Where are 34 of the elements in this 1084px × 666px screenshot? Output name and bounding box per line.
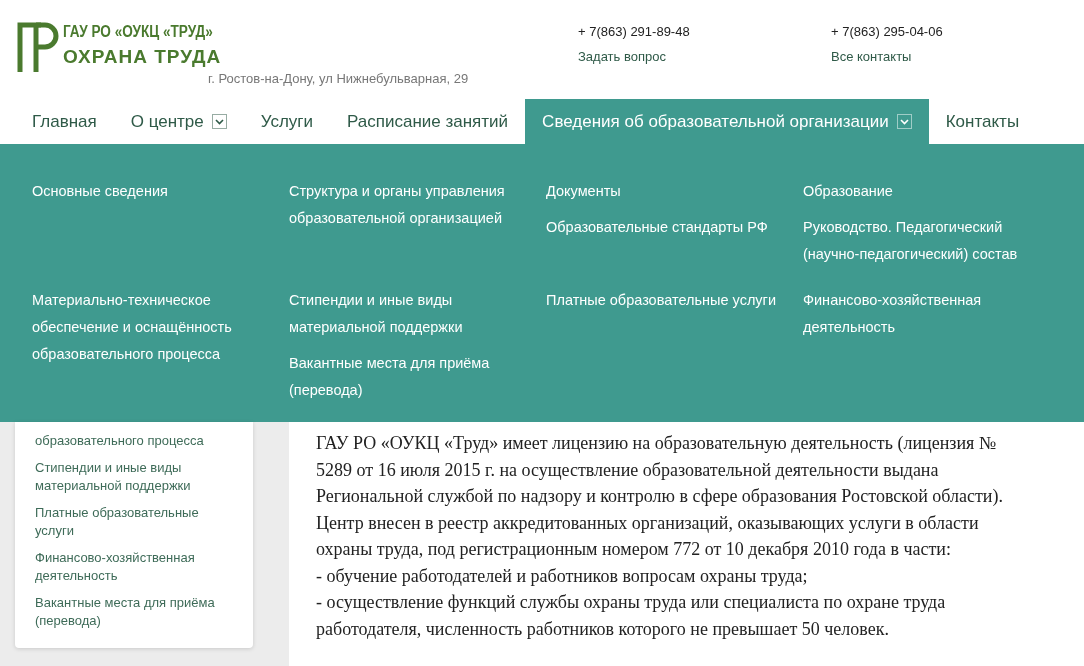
phone-number: + 7(863) 295-04-06 (831, 24, 943, 39)
menu-link[interactable]: Образование (803, 178, 1046, 205)
logo-icon (17, 22, 59, 72)
nav-tab[interactable]: Сведения об образовательной организации (525, 99, 929, 144)
nav-tab[interactable]: Услуги (243, 99, 331, 144)
paragraph: - обучение работодателей и работников вопросам охраны труда; (316, 564, 809, 588)
contact-link[interactable]: Все контакты (831, 49, 912, 64)
phone-number: + 7(863) 291-89-48 (578, 24, 690, 39)
nav-tab[interactable]: О центре (113, 99, 244, 144)
sidebar-link[interactable]: Платные образовательные услуги (35, 504, 233, 540)
org-tagline: ОХРАНА ТРУДА (63, 45, 223, 69)
paragraph: - осуществление функций службы охраны труда или специалиста по охране труда работодателя, численность работников которого не превышает 50 человек. (316, 591, 947, 641)
nav-tab[interactable]: Контакты (928, 99, 1037, 144)
sidebar-link[interactable]: образовательного процесса (35, 432, 233, 450)
menu-link[interactable]: Платные образовательные услуги (546, 287, 789, 314)
sidebar-link[interactable]: Стипендии и иные виды материальной поддержки (35, 459, 233, 495)
menu-link[interactable]: Стипендии и иные виды материальной поддержки (289, 287, 532, 341)
menu-link[interactable]: Финансово-хозяйственная деятельность (803, 287, 1046, 341)
sidebar-link[interactable]: Вакантные места для приёма (перевода) (35, 594, 233, 630)
org-name: ГАУ РО «ОУКЦ «ТРУД» (63, 22, 213, 42)
menu-link[interactable]: Руководство. Педагогический (научно-педагогический) состав (803, 214, 1046, 268)
address: г. Ростов-на-Дону, ул Нижнебульварная, 29 (208, 71, 469, 86)
menu-link[interactable]: Вакантные места для приёма (перевода) (289, 350, 532, 404)
nav-tab[interactable]: Расписание занятий (330, 99, 526, 144)
contact-link[interactable]: Задать вопрос (578, 49, 666, 64)
menu-link[interactable]: Материально-техническое обеспечение и оснащённость образовательного процесса (32, 287, 275, 368)
menu-link[interactable]: Документы (546, 178, 789, 205)
paragraph: Центр внесен в реестр аккредитованных организаций, оказывающих услуги в области охраны труда, под регистрационным номером 772 от 10 декабря 2010 года в части: (316, 511, 980, 561)
sidebar-link[interactable]: Финансово-хозяйственная деятельность (35, 549, 233, 585)
paragraph: ГАУ РО «ОУКЦ «Труд» имеет лицензию на образовательную деятельность (лицензия № 5289 от 16 июля 2015 г. на осуществление образовательной деятельности выдана Региональной службой по надзору и контролю в сфере образования Ростовской области). (316, 432, 1004, 508)
menu-link[interactable]: Структура и органы управления образовательной организацией (289, 178, 532, 232)
menu-link[interactable]: Основные сведения (32, 178, 275, 205)
nav-tab[interactable]: Главная (15, 99, 114, 144)
menu-link[interactable]: Образовательные стандарты РФ (546, 214, 789, 241)
